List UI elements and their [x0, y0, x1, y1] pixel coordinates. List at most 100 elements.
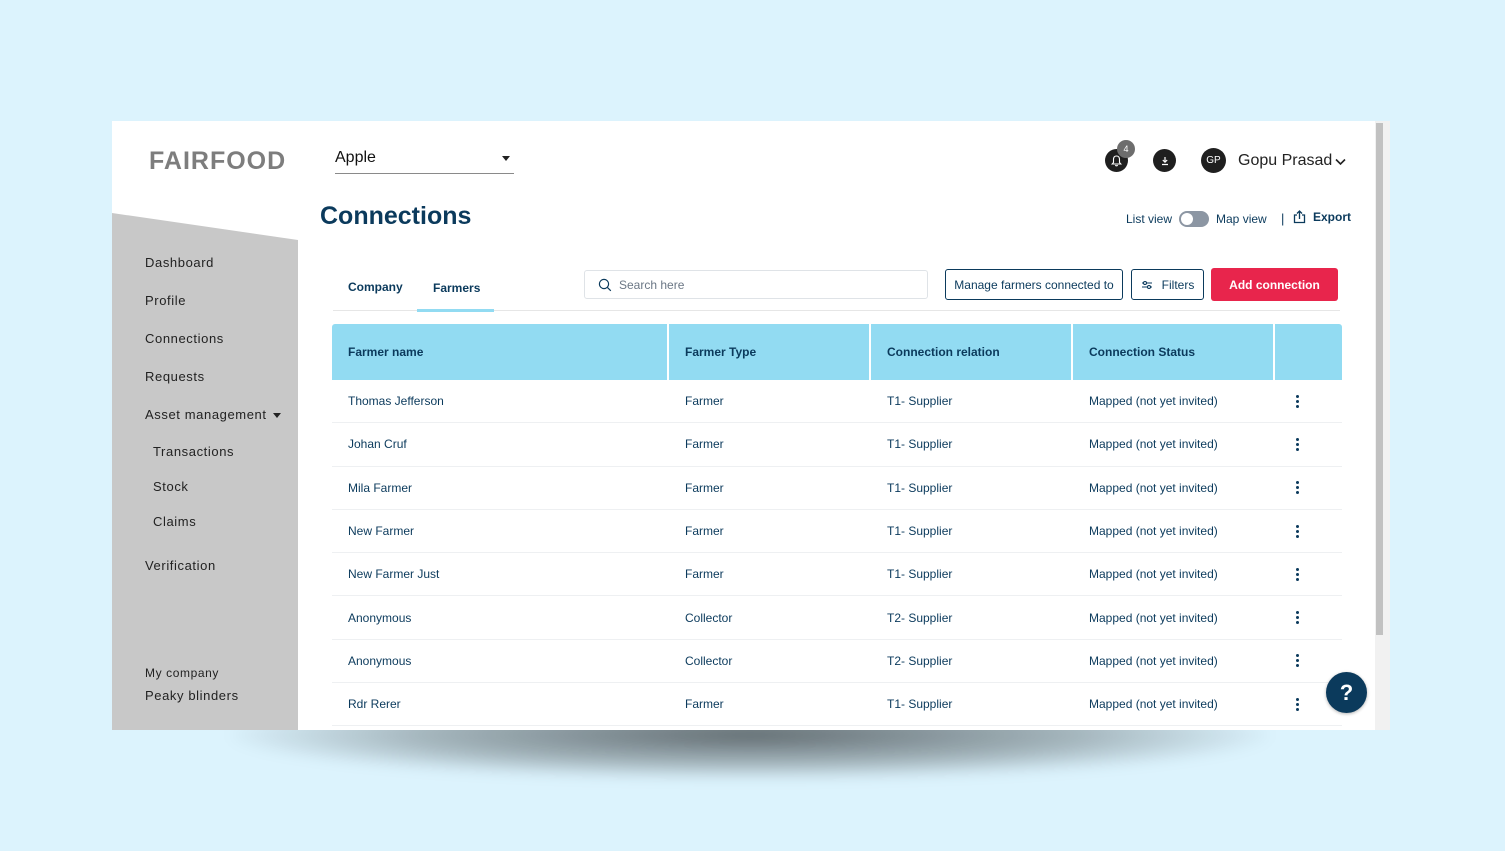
- connection-relation-cell: T1- Supplier: [887, 697, 953, 712]
- chevron-down-icon: [502, 155, 510, 161]
- farmer-name-cell: New Farmer Just: [348, 567, 440, 582]
- more-options-icon[interactable]: [1290, 611, 1304, 625]
- more-options-icon[interactable]: [1290, 437, 1304, 451]
- sidebar-item-stock[interactable]: Stock: [153, 479, 189, 494]
- user-name[interactable]: Gopu Prasad: [1238, 152, 1332, 170]
- farmer-name-cell: Johan Cruf: [348, 437, 407, 452]
- sidebar-item-profile[interactable]: Profile: [145, 293, 186, 308]
- row-actions-cell: [1275, 567, 1342, 581]
- table-row[interactable]: Johan Cruf Farmer T1- Supplier Mapped (not …: [332, 423, 1342, 467]
- search-icon: [598, 278, 612, 291]
- sidebar-item-connections[interactable]: Connections: [145, 331, 224, 346]
- export-button[interactable]: Export: [1293, 210, 1351, 224]
- list-view-label: List view: [1126, 212, 1173, 226]
- help-button[interactable]: ?: [1326, 672, 1367, 713]
- search-input[interactable]: [619, 277, 899, 292]
- sliders-icon: [1141, 280, 1152, 289]
- farmer-type-cell: Farmer: [685, 524, 724, 539]
- row-actions-cell: [1275, 394, 1342, 408]
- tab-company[interactable]: Company: [348, 280, 403, 294]
- connections-table: Farmer name Farmer Type Connection relat…: [332, 324, 1342, 727]
- more-options-icon[interactable]: [1290, 394, 1304, 408]
- row-actions-cell: [1275, 437, 1342, 451]
- filters-button[interactable]: Filters: [1131, 269, 1204, 300]
- fairfood-logo[interactable]: FAIRFOOD: [149, 147, 286, 176]
- download-icon[interactable]: [1153, 149, 1176, 172]
- tab-farmers[interactable]: Farmers: [433, 281, 480, 295]
- column-header-farmer-name[interactable]: Farmer name: [332, 324, 669, 380]
- table-row[interactable]: Rdr Rerer Farmer T1- Supplier Mapped (not y…: [332, 683, 1342, 727]
- connection-status-cell: Mapped (not yet invited): [1089, 394, 1218, 409]
- share-icon: [1293, 210, 1306, 224]
- export-label: Export: [1313, 210, 1352, 224]
- sidebar-item-transactions[interactable]: Transactions: [153, 444, 234, 459]
- sidebar: [112, 213, 298, 730]
- company-select[interactable]: Apple: [335, 143, 514, 174]
- my-company-label: My company: [145, 666, 220, 680]
- page-title: Connections: [320, 202, 472, 230]
- farmer-name-cell: Rdr Rerer: [348, 697, 401, 712]
- caret-down-icon: [272, 413, 281, 419]
- row-actions-cell: [1275, 611, 1342, 625]
- table-row[interactable]: Anonymous Collector T2- Supplier Mapped (no…: [332, 640, 1342, 684]
- connection-status-cell: Mapped (not yet invited): [1089, 480, 1218, 495]
- add-connection-button[interactable]: Add connection: [1211, 268, 1338, 301]
- table-body: Thomas Jefferson Farmer T1- Supplier Mapped…: [332, 380, 1342, 727]
- sidebar-item-requests[interactable]: Requests: [145, 369, 205, 384]
- row-actions-cell: [1275, 654, 1342, 668]
- company-select-value: Apple: [335, 149, 376, 166]
- farmer-type-cell: Farmer: [685, 567, 724, 582]
- more-options-icon[interactable]: [1290, 481, 1304, 495]
- sidebar-item-claims[interactable]: Claims: [153, 514, 196, 529]
- manage-farmers-button[interactable]: Manage farmers connected to: [945, 269, 1123, 300]
- farmer-name-cell: Thomas Jefferson: [348, 394, 444, 409]
- active-tab-indicator: [417, 309, 494, 312]
- table-row[interactable]: Anonymous Collector T2- Supplier Mapped (no…: [332, 596, 1342, 640]
- sidebar-item-dashboard[interactable]: Dashboard: [145, 255, 214, 270]
- row-actions-cell: [1275, 481, 1342, 495]
- connection-status-cell: Mapped (not yet invited): [1089, 610, 1218, 625]
- filters-label: Filters: [1161, 277, 1195, 292]
- column-header-connection-status[interactable]: Connection Status: [1073, 324, 1275, 380]
- table-row[interactable]: Thomas Jefferson Farmer T1- Supplier Mapped…: [332, 380, 1342, 424]
- farmer-type-cell: Farmer: [685, 480, 724, 495]
- search-box[interactable]: [584, 270, 928, 299]
- view-toggle: List view Map view: [1126, 211, 1267, 227]
- farmer-type-cell: Collector: [685, 653, 733, 668]
- farmer-type-cell: Collector: [685, 610, 733, 625]
- more-options-icon[interactable]: [1290, 697, 1304, 711]
- farmer-type-cell: Farmer: [685, 394, 724, 409]
- chevron-down-icon[interactable]: [1335, 154, 1346, 169]
- farmer-name-cell: Anonymous: [348, 610, 412, 625]
- sidebar-item-verification[interactable]: Verification: [145, 558, 216, 573]
- farmer-name-cell: Mila Farmer: [348, 480, 413, 495]
- column-header-farmer-type[interactable]: Farmer Type: [669, 324, 871, 380]
- connection-status-cell: Mapped (not yet invited): [1089, 524, 1218, 539]
- connection-relation-cell: T1- Supplier: [887, 567, 953, 582]
- farmer-name-cell: New Farmer: [348, 524, 415, 539]
- connection-relation-cell: T1- Supplier: [887, 394, 953, 409]
- scrollbar-thumb[interactable]: [1376, 123, 1383, 635]
- more-options-icon[interactable]: [1290, 567, 1304, 581]
- avatar[interactable]: GP: [1201, 148, 1226, 173]
- more-options-icon[interactable]: [1290, 654, 1304, 668]
- connection-status-cell: Mapped (not yet invited): [1089, 437, 1218, 452]
- sidebar-item-label: Asset management: [145, 407, 267, 422]
- connection-relation-cell: T2- Supplier: [887, 610, 953, 625]
- connection-status-cell: Mapped (not yet invited): [1089, 653, 1218, 668]
- connection-relation-cell: T1- Supplier: [887, 437, 953, 452]
- table-row[interactable]: New Farmer Farmer T1- Supplier Mapped (not …: [332, 510, 1342, 554]
- farmer-type-cell: Farmer: [685, 697, 724, 712]
- my-company-name[interactable]: Peaky blinders: [145, 688, 239, 703]
- connection-relation-cell: T2- Supplier: [887, 653, 953, 668]
- notification-badge: 4: [1117, 140, 1135, 158]
- more-options-icon[interactable]: [1290, 524, 1304, 538]
- connection-relation-cell: T1- Supplier: [887, 524, 953, 539]
- sidebar-item-asset-management[interactable]: Asset management: [145, 407, 281, 422]
- connection-status-cell: Mapped (not yet invited): [1089, 697, 1218, 712]
- table-row[interactable]: Mila Farmer Farmer T1- Supplier Mapped (not…: [332, 467, 1342, 510]
- column-header-connection-relation[interactable]: Connection relation: [871, 324, 1073, 380]
- view-toggle-switch[interactable]: [1179, 211, 1210, 227]
- row-actions-cell: [1275, 524, 1342, 538]
- table-row[interactable]: New Farmer Just Farmer T1- Supplier Mapped …: [332, 553, 1342, 597]
